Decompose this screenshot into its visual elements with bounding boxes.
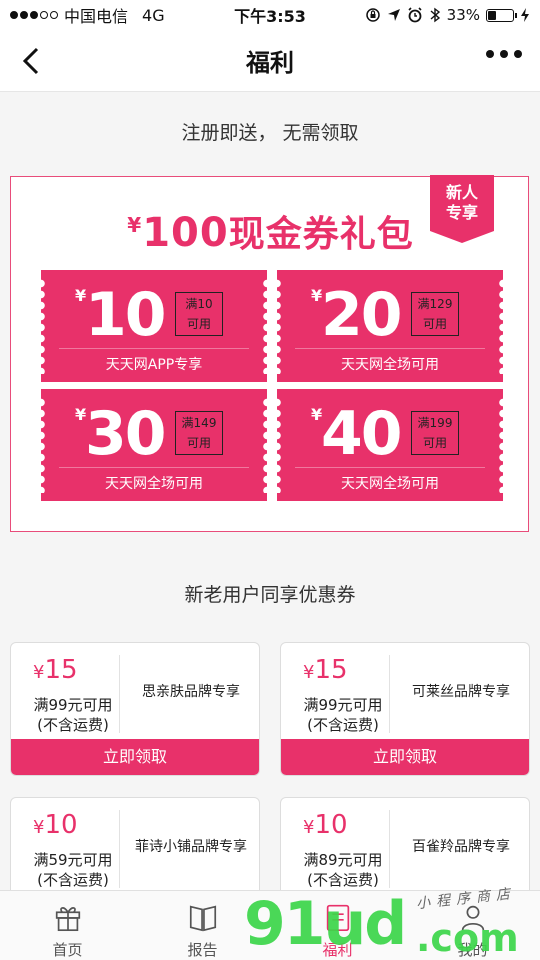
new-user-section-title: 注册即送， 无需领取 [181, 122, 359, 144]
tab-label: 福利 [322, 941, 353, 959]
tab-label: 报告 [187, 941, 218, 959]
tab-home[interactable]: 首页 [0, 891, 135, 960]
ticket-condition-usable: 可用 [422, 436, 447, 450]
coupon-threshold: 满89元可用 [303, 851, 383, 869]
package-yen: ¥ [127, 213, 143, 237]
new-user-package-card: 新人 专享 ¥100现金券礼包 ¥ 10 满10 可用 天天网APP专享 ¥ 2… [10, 175, 530, 532]
coupon-amount: ¥15 [33, 655, 78, 685]
alarm-icon [408, 7, 422, 23]
coupon-amount: ¥15 [303, 655, 348, 685]
package-title-text: 现金券礼包 [228, 214, 414, 255]
bluetooth-icon [430, 7, 440, 23]
signal-icon [10, 11, 58, 19]
ticket-30[interactable]: ¥ 30 满149 可用 天天网全场可用 [37, 389, 271, 501]
coupon-value: 15 [314, 655, 348, 685]
ticket-condition-threshold: 满10 [185, 297, 213, 311]
coupon-yen: ¥ [303, 817, 315, 838]
ticket-amount: 10 [85, 280, 166, 350]
coupon-card-2: ¥15 满99元可用 (不含运费) 可莱丝品牌专享 立即领取 [280, 642, 530, 776]
package-title: ¥100现金券礼包 [11, 205, 530, 257]
coupon-amount: ¥10 [33, 810, 78, 840]
battery-percent: 33% [446, 6, 480, 24]
status-time: 下午3:53 [234, 7, 306, 26]
network-type: 4G [142, 5, 165, 25]
gift-icon [55, 907, 80, 932]
user-icon [461, 905, 484, 931]
more-icon [486, 50, 494, 58]
coupon-brand: 菲诗小铺品牌专享 [135, 839, 247, 855]
tab-label: 首页 [52, 941, 83, 959]
ticket-condition: 满10 可用 [175, 292, 223, 336]
ticket-condition-usable: 可用 [186, 436, 211, 450]
ticket-amount: 20 [321, 280, 402, 350]
ticket-condition-threshold: 满199 [417, 416, 453, 430]
ticket-description: 天天网全场可用 [341, 476, 439, 492]
carrier-name: 中国电信 [64, 7, 129, 26]
location-icon [387, 9, 400, 21]
page-title: 福利 [246, 49, 294, 77]
ticket-40[interactable]: ¥ 40 满199 可用 天天网全场可用 [273, 389, 507, 501]
ticket-condition-threshold: 满129 [417, 297, 453, 311]
coupon-yen: ¥ [33, 662, 45, 683]
tab-label: 我的 [457, 941, 488, 959]
package-amount: 100 [142, 210, 229, 256]
ticket-condition-usable: 可用 [422, 317, 447, 331]
tab-report[interactable]: 报告 [135, 891, 270, 960]
coupon-note: (不含运费) [307, 716, 379, 734]
coupon-condition: 满99元可用 (不含运费) [291, 695, 395, 735]
ticket-amount: 30 [85, 399, 166, 469]
coupon-value: 15 [44, 655, 78, 685]
book-icon [189, 905, 216, 932]
nav-bar: 福利 [0, 30, 540, 92]
ticket-10[interactable]: ¥ 10 满10 可用 天天网APP专享 [37, 270, 271, 382]
charging-icon [521, 8, 529, 22]
rotation-lock-icon [365, 8, 380, 22]
tab-welfare[interactable]: 福利 [270, 891, 405, 960]
coupon-note: (不含运费) [37, 716, 109, 734]
coupon-brand: 百雀羚品牌专享 [412, 839, 510, 855]
tab-mine[interactable]: 我的 [405, 891, 540, 960]
ticket-condition-usable: 可用 [186, 317, 211, 331]
tab-bar: 首页 报告 福利 我的 [0, 890, 540, 960]
coupon-threshold: 满59元可用 [33, 851, 113, 869]
coupon-value: 10 [314, 810, 348, 840]
ribbon-line-1: 新人 [445, 183, 478, 202]
claim-button[interactable]: 立即领取 [11, 739, 259, 775]
battery-icon [486, 8, 517, 22]
coupon-yen: ¥ [33, 817, 45, 838]
coupon-brand: 可莱丝品牌专享 [412, 684, 510, 700]
ticket-condition: 满149 可用 [175, 411, 223, 455]
coupon-threshold: 满99元可用 [303, 696, 383, 714]
coupon-note: (不含运费) [37, 871, 109, 889]
welfare-icon [326, 904, 349, 932]
chevron-left-icon [22, 47, 39, 75]
ticket-condition-threshold: 满149 [181, 416, 217, 430]
coupon-card-1: ¥15 满99元可用 (不含运费) 思亲肤品牌专享 立即领取 [10, 642, 260, 776]
ticket-20[interactable]: ¥ 20 满129 可用 天天网全场可用 [273, 270, 507, 382]
ticket-description: 天天网全场可用 [105, 476, 203, 492]
more-button[interactable] [486, 50, 522, 58]
coupon-brand: 思亲肤品牌专享 [142, 684, 240, 700]
status-right: 33% [330, 6, 530, 24]
back-button[interactable] [16, 44, 46, 78]
ticket-condition: 满129 可用 [411, 292, 459, 336]
ticket-amount: 40 [321, 399, 402, 469]
ticket-condition: 满199 可用 [411, 411, 459, 455]
coupon-condition: 满89元可用 (不含运费) [291, 850, 395, 890]
ticket-description: 天天网APP专享 [105, 357, 203, 373]
coupon-amount: ¥10 [303, 810, 348, 840]
status-bar: 中国电信 4G 下午3:53 33% [0, 0, 540, 30]
status-left: 中国电信 4G [10, 3, 210, 27]
coupon-value: 10 [44, 810, 78, 840]
shared-section-title: 新老用户同享优惠券 [184, 584, 356, 606]
ticket-description: 天天网全场可用 [341, 357, 439, 373]
coupon-condition: 满99元可用 (不含运费) [21, 695, 125, 735]
coupon-yen: ¥ [303, 662, 315, 683]
claim-button[interactable]: 立即领取 [281, 739, 529, 775]
coupon-condition: 满59元可用 (不含运费) [21, 850, 125, 890]
coupon-threshold: 满99元可用 [33, 696, 113, 714]
coupon-note: (不含运费) [307, 871, 379, 889]
